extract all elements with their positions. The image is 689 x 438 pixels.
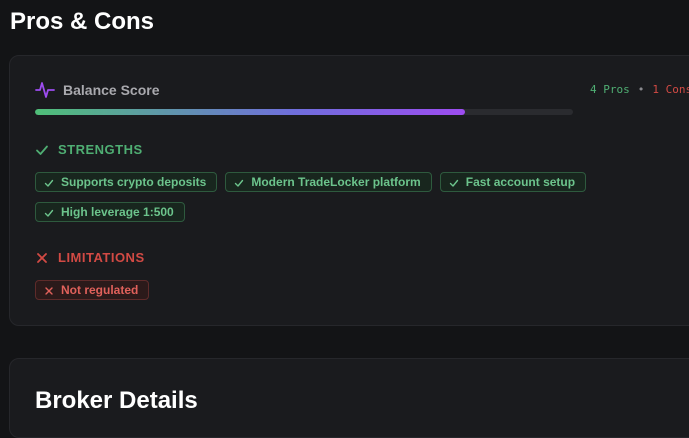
strength-chip: Fast account setup — [439, 172, 587, 192]
strengths-heading-label: STRENGTHS — [58, 142, 143, 157]
strength-chip-label: High leverage 1:500 — [61, 205, 174, 219]
x-icon — [35, 251, 49, 265]
strengths-row: High leverage 1:500 — [35, 202, 185, 222]
strength-chip-label: Modern TradeLocker platform — [251, 175, 421, 189]
limitations-row: Not regulated — [35, 280, 150, 300]
cons-count: 1 Cons — [652, 83, 689, 96]
pros-cons-counts: 4 Pros • 1 Cons — [590, 83, 689, 96]
check-icon — [35, 143, 49, 157]
limitation-chip: Not regulated — [35, 280, 150, 300]
balance-score-header: Balance Score — [35, 80, 160, 100]
broker-details-card: Broker Details — [9, 358, 689, 438]
broker-details-title: Broker Details — [35, 387, 198, 414]
strength-chip-label: Fast account setup — [465, 175, 576, 189]
balance-score-bar — [35, 109, 573, 115]
limitations-heading: LIMITATIONS — [35, 250, 145, 265]
count-separator: • — [637, 83, 645, 96]
limitation-chip-label: Not regulated — [61, 283, 139, 297]
pros-cons-card: Balance Score 4 Pros • 1 Cons STRENGTHS Su… — [9, 55, 689, 326]
strengths-heading: STRENGTHS — [35, 142, 143, 157]
balance-score-fill — [35, 109, 466, 115]
pros-count: 4 Pros — [590, 83, 630, 96]
strengths-row: Supports crypto deposits Modern TradeLoc… — [35, 172, 587, 192]
check-icon — [449, 177, 459, 187]
page-title: Pros & Cons — [10, 8, 155, 35]
x-icon — [44, 285, 54, 295]
strength-chip: Modern TradeLocker platform — [225, 172, 432, 192]
strength-chip: Supports crypto deposits — [35, 172, 218, 192]
check-icon — [44, 207, 54, 217]
check-icon — [44, 177, 54, 187]
pulse-icon — [35, 80, 55, 100]
strength-chip: High leverage 1:500 — [35, 202, 185, 222]
limitations-heading-label: LIMITATIONS — [58, 250, 145, 265]
check-icon — [234, 177, 244, 187]
strength-chip-label: Supports crypto deposits — [61, 175, 207, 189]
balance-score-label: Balance Score — [63, 82, 160, 98]
